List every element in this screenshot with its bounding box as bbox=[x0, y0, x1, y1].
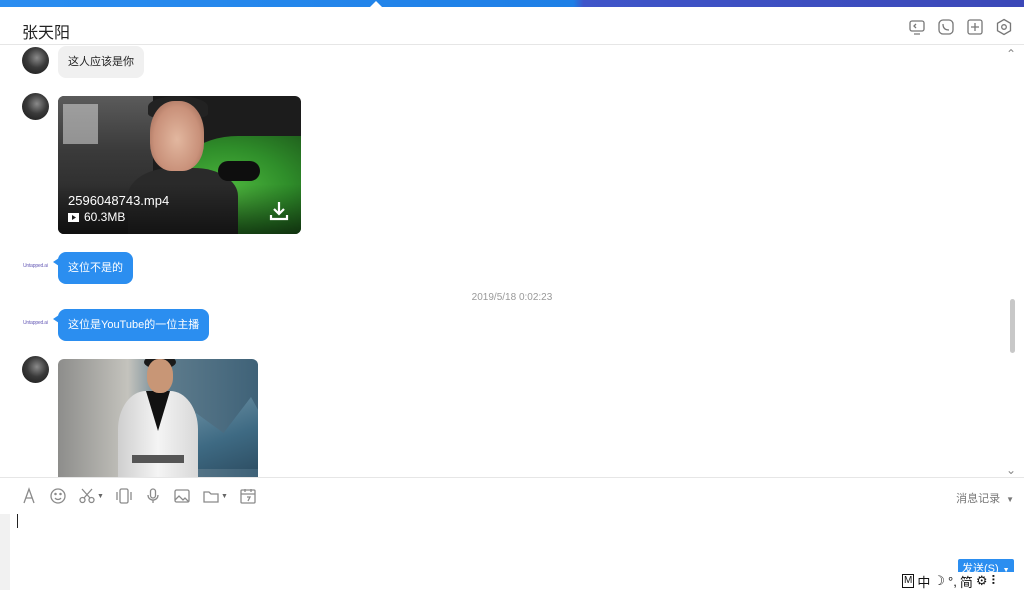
shake-icon[interactable] bbox=[115, 486, 133, 506]
ime-moon-icon[interactable]: ☽ bbox=[933, 573, 945, 589]
chevron-down-icon[interactable]: ⌄ bbox=[1006, 463, 1016, 477]
ime-toolbar: M 中 ☽ °, 简 ⚙ ⠇ bbox=[898, 572, 1024, 590]
video-size-row: 60.3MB bbox=[68, 210, 125, 224]
video-thumbnail-mic bbox=[218, 161, 260, 181]
avatar[interactable]: Untapped.ai bbox=[23, 320, 49, 330]
screenshot-icon[interactable]: ▼ bbox=[78, 486, 104, 506]
message-timestamp: 2019/5/18 0:02:23 bbox=[471, 292, 553, 303]
folder-icon[interactable]: ▼ bbox=[202, 486, 228, 506]
chevron-up-icon[interactable]: ⌃ bbox=[1006, 47, 1016, 61]
screenshot-dropdown-icon[interactable]: ▼ bbox=[97, 493, 104, 500]
chevron-down-icon: ▼ bbox=[1006, 495, 1014, 504]
avatar[interactable] bbox=[22, 93, 49, 120]
video-thumbnail-window bbox=[63, 104, 98, 144]
photo-person-face bbox=[147, 359, 173, 393]
input-toolbar: ▼ ▼ 消息记录 ▼ bbox=[0, 477, 1024, 514]
message-bubble[interactable]: 这人应该是你 bbox=[58, 46, 144, 78]
message-bubble[interactable]: 这位是YouTube的一位主播 bbox=[52, 309, 210, 341]
chat-title: 张天阳 bbox=[22, 25, 71, 42]
remote-desktop-icon[interactable] bbox=[907, 17, 927, 37]
text-cursor bbox=[17, 514, 18, 528]
scrollbar-thumb[interactable] bbox=[1010, 299, 1015, 353]
ime-more-icon[interactable]: ⠇ bbox=[991, 573, 1001, 589]
photo-person-belt bbox=[132, 455, 184, 463]
video-thumbnail-face bbox=[150, 101, 204, 171]
video-filename: 2596048743.mp4 bbox=[68, 193, 170, 208]
phone-icon[interactable] bbox=[936, 17, 956, 37]
font-icon[interactable] bbox=[20, 486, 38, 506]
calendar-icon[interactable] bbox=[239, 486, 257, 506]
voice-icon[interactable] bbox=[144, 486, 162, 506]
folder-dropdown-icon[interactable]: ▼ bbox=[221, 493, 228, 500]
message-bubble[interactable]: 这位不是的 bbox=[53, 252, 133, 284]
ime-simplified-toggle[interactable]: 简 bbox=[960, 572, 973, 591]
video-message[interactable]: 2596048743.mp4 60.3MB bbox=[58, 96, 301, 234]
header-actions bbox=[907, 17, 1014, 37]
ime-language-toggle[interactable]: 中 bbox=[917, 572, 930, 591]
message-list[interactable]: ⌃ 这人应该是你 2596048743.mp4 60.3MB Untapped.… bbox=[0, 45, 1024, 477]
message-input[interactable] bbox=[10, 514, 1014, 568]
avatar[interactable] bbox=[22, 356, 49, 383]
add-icon[interactable] bbox=[965, 17, 985, 37]
avatar[interactable]: Untapped.ai bbox=[23, 263, 49, 273]
avatar[interactable] bbox=[22, 47, 49, 74]
message-history-button[interactable]: 消息记录 ▼ bbox=[956, 490, 1014, 506]
video-size: 60.3MB bbox=[84, 210, 126, 224]
ime-punctuation-toggle[interactable]: °, bbox=[948, 574, 957, 589]
image-icon[interactable] bbox=[173, 486, 191, 506]
ime-mode-icon[interactable]: M bbox=[902, 574, 915, 588]
toolbar-tools: ▼ ▼ bbox=[20, 486, 257, 506]
video-overlay-shade bbox=[58, 184, 301, 234]
emoji-icon[interactable] bbox=[49, 486, 67, 506]
chat-header: 张天阳 bbox=[0, 7, 1024, 45]
settings-icon[interactable] bbox=[994, 17, 1014, 37]
top-accent-bar bbox=[0, 0, 1024, 7]
image-message[interactable] bbox=[58, 359, 258, 477]
download-icon[interactable] bbox=[268, 200, 290, 222]
play-icon bbox=[68, 212, 79, 222]
message-history-label: 消息记录 bbox=[956, 493, 1001, 505]
gear-icon[interactable]: ⚙ bbox=[976, 573, 988, 589]
